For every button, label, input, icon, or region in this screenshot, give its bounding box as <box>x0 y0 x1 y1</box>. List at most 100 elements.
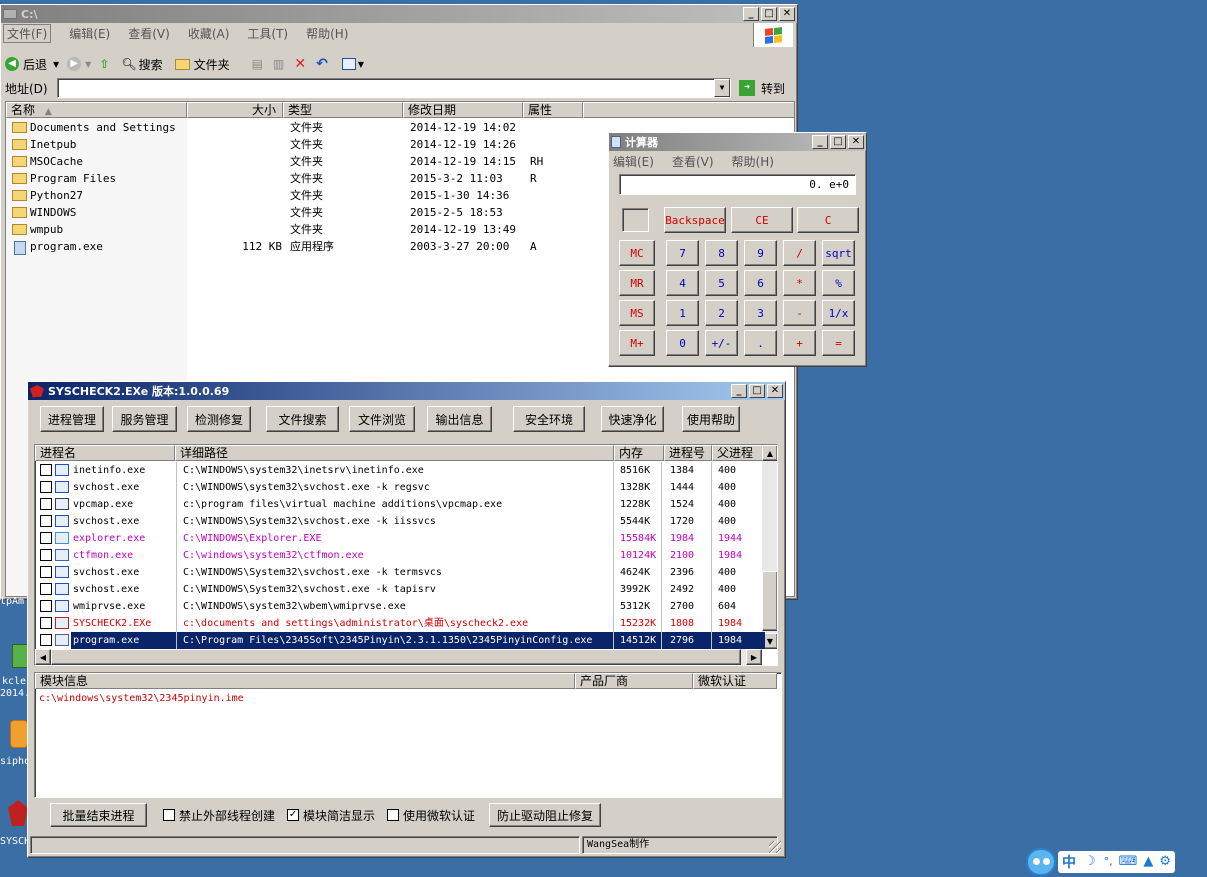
process-checkbox[interactable] <box>40 634 52 646</box>
settings-gear-icon[interactable]: ⚙ <box>1159 854 1171 869</box>
tab-3[interactable]: 文件搜索 <box>266 406 339 432</box>
process-checkbox[interactable] <box>40 600 52 612</box>
forward-dropdown-icon[interactable]: ▼ <box>85 60 91 69</box>
tab-4[interactable]: 文件浏览 <box>349 406 415 432</box>
calc-key-19[interactable]: 0 <box>666 330 699 356</box>
calc-close-button[interactable]: ✕ <box>848 135 864 149</box>
address-dropdown-icon[interactable]: ▼ <box>714 79 730 97</box>
process-row[interactable]: program.exe C:\Program Files\2345Soft\234… <box>38 632 765 649</box>
calc-key-12[interactable]: MS <box>619 300 655 326</box>
process-row[interactable]: inetinfo.exe C:\WINDOWS\system32\inetsrv\… <box>38 462 762 479</box>
scroll-left-button[interactable]: ◀ <box>35 649 51 665</box>
process-row[interactable]: wmiprvse.exe C:\WINDOWS\system32\wbem\wmi… <box>38 598 762 615</box>
go-arrow-icon[interactable]: ➜ <box>739 80 755 96</box>
calc-key-18[interactable]: M+ <box>619 330 655 356</box>
col-size[interactable]: 大小 <box>187 102 283 118</box>
calc-menu-help[interactable]: 帮助(H) <box>732 153 774 170</box>
process-checkbox[interactable] <box>40 549 52 561</box>
sys-close-button[interactable]: ✕ <box>767 384 783 398</box>
col-name[interactable]: 名称 ▲ <box>6 102 187 118</box>
back-dropdown-icon[interactable]: ▼ <box>53 60 59 69</box>
h-scroll-thumb[interactable] <box>51 649 741 665</box>
tab-7[interactable]: 快速净化 <box>601 406 664 432</box>
desktop-icon-kcle[interactable]: kcle 2014.4 <box>0 640 36 700</box>
views-dropdown-icon[interactable]: ▼ <box>358 60 364 69</box>
menu-tools[interactable]: 工具(T) <box>247 25 288 42</box>
delete-icon[interactable]: ✕ <box>294 56 306 72</box>
col-process-name[interactable]: 进程名 <box>35 445 175 461</box>
calc-key-9[interactable]: 6 <box>744 270 777 296</box>
ime-mode-label[interactable]: 中 <box>1062 852 1076 872</box>
calc-minimize-button[interactable]: _ <box>812 135 828 149</box>
tab-8[interactable]: 使用帮助 <box>682 406 740 432</box>
simple-modules-checkbox[interactable]: ✓ <box>287 809 300 821</box>
menu-edit[interactable]: 编辑(E) <box>69 25 110 42</box>
tab-6[interactable]: 安全环境 <box>513 406 585 432</box>
calc-key-8[interactable]: 5 <box>705 270 738 296</box>
h-scrollbar[interactable]: ◀ ▶ <box>35 649 762 665</box>
calc-key-17[interactable]: 1/x <box>822 300 855 326</box>
calc-key-22[interactable]: + <box>783 330 816 356</box>
calculator-titlebar[interactable]: 计算器 _ □ ✕ <box>609 133 866 151</box>
calc-key-20[interactable]: +/- <box>705 330 738 356</box>
process-checkbox[interactable] <box>40 464 52 476</box>
keyboard-icon[interactable]: ⌨ <box>1119 854 1138 869</box>
process-checkbox[interactable] <box>40 515 52 527</box>
back-arrow-icon[interactable]: ◀ <box>5 57 19 71</box>
calc-key-21[interactable]: . <box>744 330 777 356</box>
col-ppid[interactable]: 父进程 <box>712 445 764 461</box>
half-width-icon[interactable]: ☽ <box>1084 854 1096 869</box>
process-row[interactable]: SYSCHECK2.EXe c:\documents and settings\a… <box>38 615 762 632</box>
calc-key-10[interactable]: * <box>783 270 816 296</box>
calc-key-6[interactable]: MR <box>619 270 655 296</box>
tab-2[interactable]: 检测修复 <box>187 406 251 432</box>
process-row[interactable]: svchost.exe C:\WINDOWS\system32\svchost.e… <box>38 479 762 496</box>
process-row[interactable]: vpcmap.exe c:\program files\virtual machi… <box>38 496 762 513</box>
back-button[interactable]: 后退 <box>23 56 47 73</box>
col-ms-cert[interactable]: 微软认证 <box>693 673 777 689</box>
move-to-icon[interactable]: ▤ <box>252 57 263 71</box>
views-icon[interactable] <box>341 58 356 70</box>
address-input[interactable]: ▼ <box>57 78 731 98</box>
process-row[interactable]: svchost.exe C:\WINDOWS\System32\svchost.e… <box>38 513 762 530</box>
process-row[interactable]: svchost.exe C:\WINDOWS\System32\svchost.e… <box>38 581 762 598</box>
col-vendor[interactable]: 产品厂商 <box>575 673 693 689</box>
calc-key-15[interactable]: 3 <box>744 300 777 326</box>
menu-favorites[interactable]: 收藏(A) <box>188 25 230 42</box>
col-type[interactable]: 类型 <box>283 102 403 118</box>
menu-help[interactable]: 帮助(H) <box>306 25 348 42</box>
process-row[interactable]: ctfmon.exe C:\windows\system32\ctfmon.exe… <box>38 547 762 564</box>
resize-grip-icon[interactable] <box>769 841 781 853</box>
scroll-right-button[interactable]: ▶ <box>746 649 762 665</box>
up-folder-icon[interactable]: ⇧ <box>99 57 109 71</box>
desktop-icon-syscheck[interactable]: SYSCHE <box>0 796 36 852</box>
process-checkbox[interactable] <box>40 617 52 629</box>
sys-maximize-button[interactable]: □ <box>749 384 765 398</box>
folders-icon[interactable] <box>174 58 190 70</box>
calc-key-4[interactable]: / <box>783 240 816 266</box>
desktop-icon-sipho[interactable]: sipho <box>0 716 30 770</box>
block-threads-checkbox[interactable] <box>163 809 175 821</box>
col-memory[interactable]: 内存 <box>614 445 664 461</box>
process-checkbox[interactable] <box>40 498 52 510</box>
backspace-button[interactable]: Backspace <box>664 207 726 233</box>
calc-menu-view[interactable]: 查看(V) <box>672 153 714 170</box>
col-module-info[interactable]: 模块信息 <box>35 673 575 689</box>
module-row[interactable]: c:\windows\system32\2345pinyin.ime <box>39 693 244 704</box>
scroll-up-button[interactable]: ▲ <box>762 445 777 461</box>
batch-kill-button[interactable]: 批量结束进程 <box>50 803 147 827</box>
col-pid[interactable]: 进程号 <box>664 445 712 461</box>
ime-mascot-icon[interactable] <box>1026 847 1056 876</box>
calc-key-1[interactable]: 7 <box>666 240 699 266</box>
forward-arrow-icon[interactable]: ▶ <box>67 57 82 71</box>
menu-view[interactable]: 查看(V) <box>128 25 170 42</box>
punctuation-icon[interactable]: °, <box>1104 855 1113 868</box>
calc-key-14[interactable]: 2 <box>705 300 738 326</box>
search-button[interactable]: 搜索 <box>139 56 163 73</box>
sys-minimize-button[interactable]: _ <box>731 384 747 398</box>
copy-to-icon[interactable]: ▥ <box>273 57 284 71</box>
calc-key-13[interactable]: 1 <box>666 300 699 326</box>
explorer-titlebar[interactable]: C:\ _ □ ✕ <box>1 5 797 23</box>
tab-5[interactable]: 输出信息 <box>427 406 492 432</box>
menu-file[interactable]: 文件(F) <box>3 23 52 43</box>
